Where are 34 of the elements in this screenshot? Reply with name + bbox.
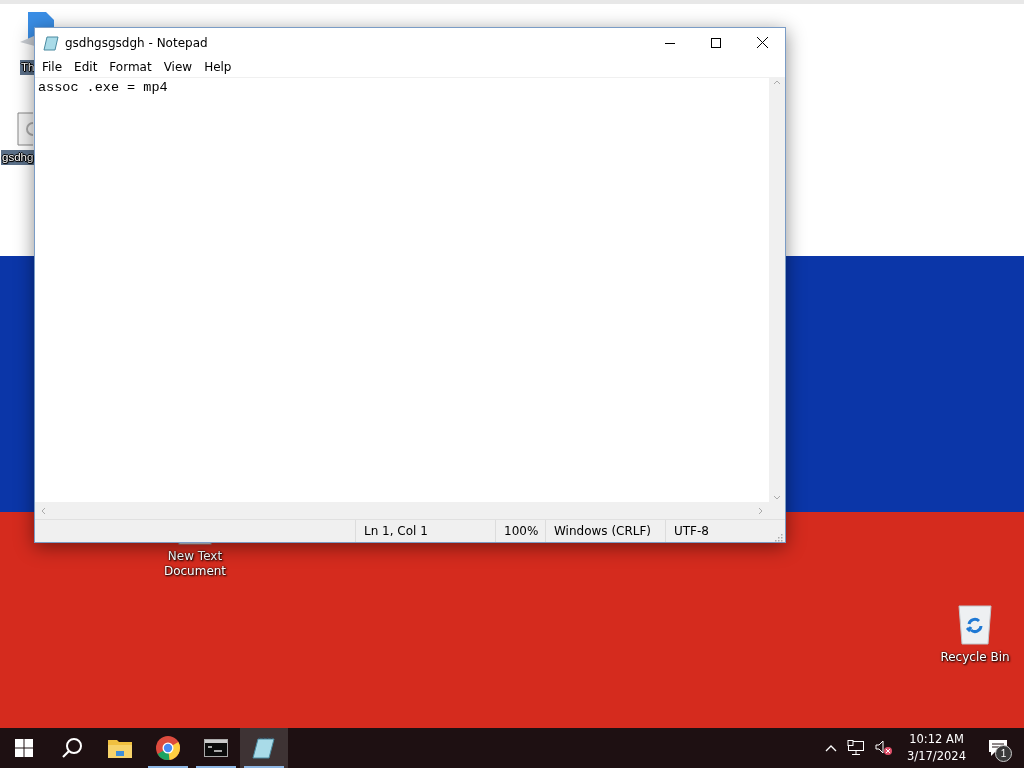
- desktop-icon-label[interactable]: New Text Document: [160, 549, 230, 579]
- notepad-icon: [43, 34, 59, 51]
- menu-item[interactable]: Help: [198, 58, 238, 76]
- desktop-icon-label[interactable]: gsdhg: [1, 150, 35, 165]
- menu-item[interactable]: File: [36, 58, 69, 76]
- close-icon: [756, 37, 768, 48]
- status-field: UTF-8: [665, 520, 770, 542]
- menu-item[interactable]: View: [157, 58, 199, 76]
- text-area[interactable]: assoc .exe = mp4: [35, 78, 769, 502]
- status-field: Ln 1, Col 1: [355, 520, 495, 542]
- status-field: 100%: [495, 520, 545, 542]
- maximize-icon: [711, 37, 721, 48]
- search-icon: [61, 737, 83, 759]
- caret-icon: [825, 744, 838, 752]
- menu-item[interactable]: Edit: [68, 58, 104, 76]
- folder-icon: [108, 738, 132, 758]
- terminal-icon: [204, 739, 228, 757]
- notifications-button[interactable]: 1: [978, 728, 1018, 768]
- windows-logo-icon: [15, 739, 33, 757]
- resize-grip-icon[interactable]: [773, 532, 783, 542]
- status-field: Windows (CRLF): [545, 520, 665, 542]
- recycle-bin-icon: [955, 602, 995, 646]
- notification-count: 1: [995, 745, 1012, 762]
- menu-item[interactable]: Format: [103, 58, 158, 76]
- desktop-icon-label[interactable]: Recycle Bin: [940, 650, 1010, 665]
- clock-date[interactable]: 3/17/2024: [907, 748, 966, 765]
- muted-speaker-icon: [875, 740, 894, 756]
- clock-time[interactable]: 10:12 AM: [909, 731, 964, 748]
- taskbar-app-button[interactable]: [240, 728, 288, 768]
- network-icon: [847, 740, 866, 756]
- notepad-icon: [252, 736, 276, 760]
- window-title: gsdhgsgsdgh - Notepad: [65, 35, 209, 50]
- browser-icon: [155, 735, 181, 761]
- file-icon: [17, 112, 33, 146]
